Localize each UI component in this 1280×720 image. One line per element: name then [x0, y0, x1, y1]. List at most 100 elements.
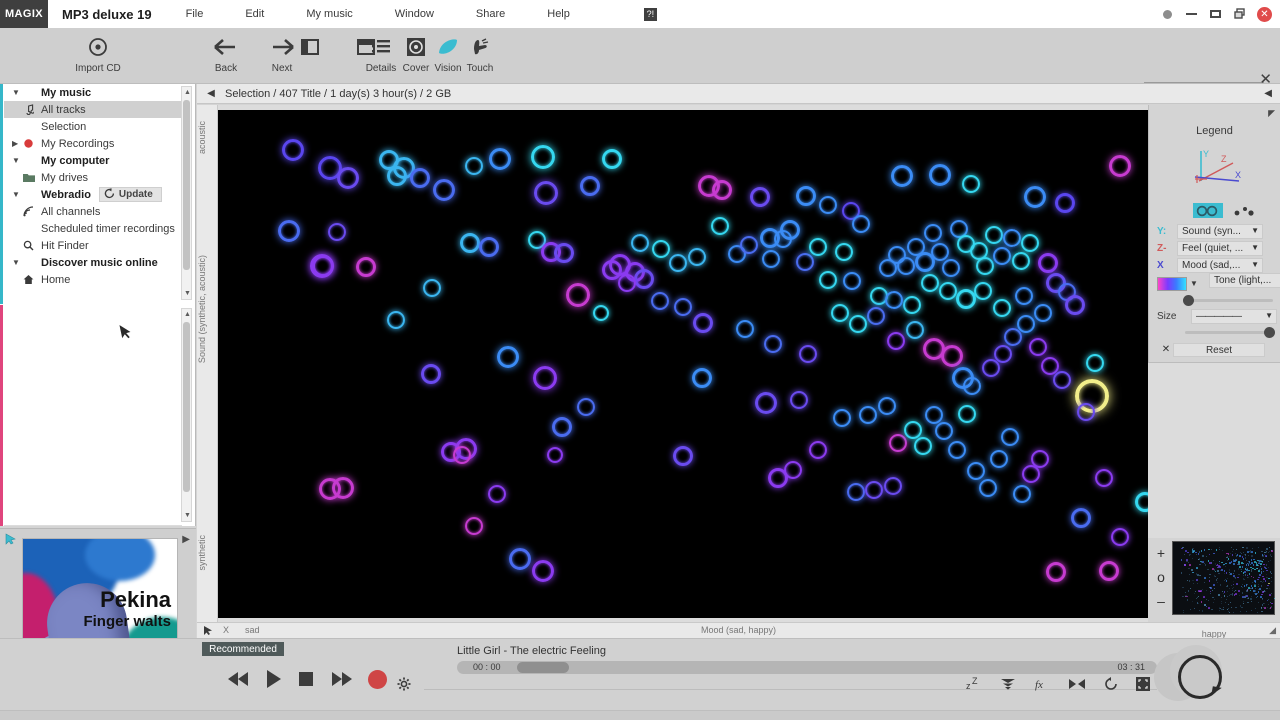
chevron-right-icon[interactable]: ▶ — [12, 139, 23, 148]
scatter-point[interactable] — [460, 233, 480, 253]
scatter-point[interactable] — [328, 223, 346, 241]
scatter-point[interactable] — [1021, 234, 1039, 252]
zoom-in-icon[interactable]: + — [1152, 541, 1170, 565]
scatter-point[interactable] — [674, 298, 692, 316]
scatter-point[interactable] — [780, 220, 800, 240]
scatter-point[interactable] — [423, 279, 441, 297]
rewind-icon[interactable] — [228, 671, 250, 687]
scatter-point[interactable] — [762, 250, 780, 268]
scatter-point[interactable] — [929, 164, 951, 186]
scatter-point[interactable] — [962, 175, 980, 193]
scatter-point[interactable] — [1095, 469, 1113, 487]
scatter-point[interactable] — [985, 226, 1003, 244]
scatter-point[interactable] — [740, 236, 758, 254]
scatter-point[interactable] — [489, 148, 511, 170]
scatter-point[interactable] — [534, 181, 558, 205]
playback-progress-bar[interactable]: 00 : 00 03 : 31 — [457, 661, 1157, 674]
menu-help[interactable]: Help — [547, 8, 570, 20]
scatter-point[interactable] — [387, 311, 405, 329]
scatter-point[interactable] — [577, 398, 595, 416]
scatter-point[interactable] — [652, 240, 670, 258]
scatter-point[interactable] — [867, 307, 885, 325]
chevron-down-icon[interactable]: ▼ — [12, 190, 23, 199]
sidebar-scrollbar-bottom[interactable]: ▲ ▼ — [181, 308, 192, 522]
scatter-point[interactable] — [897, 257, 915, 275]
sidebar-item-home[interactable]: Home — [4, 271, 182, 288]
scatter-point[interactable] — [282, 139, 304, 161]
scatter-point[interactable] — [1029, 338, 1047, 356]
scatter-point[interactable] — [580, 176, 600, 196]
scatter-point[interactable] — [809, 441, 827, 459]
scatter-point[interactable] — [809, 238, 827, 256]
scatter-point[interactable] — [885, 291, 903, 309]
scatter-point[interactable] — [1086, 354, 1104, 372]
scatter-point[interactable] — [1017, 315, 1035, 333]
reset-button[interactable]: Reset — [1173, 343, 1265, 357]
sidebar-item-scheduled-timer-recordings[interactable]: Scheduled timer recordings — [4, 220, 182, 237]
help-badge-icon[interactable]: ?! — [644, 8, 657, 21]
scatter-point[interactable] — [796, 186, 816, 206]
scatter-point[interactable] — [1071, 508, 1091, 528]
chevron-down-icon[interactable]: ▼ — [1251, 260, 1259, 269]
breadcrumb-collapse-icon[interactable]: ◀ — [1264, 88, 1272, 99]
scatter-point[interactable] — [421, 364, 441, 384]
color-gradient-swatch[interactable] — [1157, 277, 1187, 291]
scatter-point[interactable] — [651, 292, 669, 310]
scatter-point[interactable] — [692, 368, 712, 388]
menu-file[interactable]: File — [186, 8, 204, 20]
sidebar-item-my-recordings[interactable]: ▶ My Recordings — [4, 135, 182, 152]
scatter-point[interactable] — [931, 243, 949, 261]
scatter-point[interactable] — [1038, 253, 1058, 273]
vision-button[interactable]: Vision — [432, 32, 464, 74]
scatter-point[interactable] — [941, 345, 963, 367]
update-button[interactable]: Update — [99, 187, 162, 202]
scatter-point[interactable] — [963, 377, 981, 395]
legend-select-x[interactable]: Mood (sad,... ▼ — [1177, 258, 1263, 273]
chevron-left-icon[interactable]: ◀ — [197, 88, 225, 99]
sidebar-item-hit-finder[interactable]: Hit Finder — [4, 237, 182, 254]
scatter-point[interactable] — [796, 253, 814, 271]
sidebar-item-my-music[interactable]: ▼ My music — [4, 84, 182, 101]
scatter-point[interactable] — [924, 224, 942, 242]
scatter-point[interactable] — [1099, 561, 1119, 581]
scatter-point[interactable] — [1013, 485, 1031, 503]
scatter-point[interactable] — [1031, 450, 1049, 468]
scatter-point[interactable] — [921, 274, 939, 292]
scatter-point[interactable] — [673, 446, 693, 466]
scatter-point[interactable] — [1046, 562, 1066, 582]
preview-next-icon[interactable]: ▶ — [182, 534, 190, 545]
fullscreen-icon[interactable] — [1136, 677, 1150, 694]
scatter-point[interactable] — [693, 313, 713, 333]
scatter-point[interactable] — [967, 462, 985, 480]
size-slider-track[interactable] — [1185, 331, 1273, 334]
scatter-plot-canvas[interactable] — [218, 110, 1148, 618]
play-icon[interactable] — [266, 669, 282, 689]
scroll-down-icon[interactable]: ▼ — [182, 288, 193, 299]
scatter-point[interactable] — [847, 483, 865, 501]
scatter-point[interactable] — [819, 196, 837, 214]
scatter-point[interactable] — [974, 282, 992, 300]
scatter-point[interactable] — [332, 477, 354, 499]
scatter-point[interactable] — [618, 274, 636, 292]
scatter-point[interactable] — [750, 187, 770, 207]
scatter-point[interactable] — [843, 272, 861, 290]
scatter-point[interactable] — [764, 335, 782, 353]
scatter-point[interactable] — [547, 447, 563, 463]
search-input[interactable] — [1144, 68, 1264, 83]
scatter-point[interactable] — [903, 296, 921, 314]
scatter-point[interactable] — [865, 481, 883, 499]
settings-dot-icon[interactable] — [1161, 8, 1174, 21]
scatter-point[interactable] — [906, 321, 924, 339]
scatter-point[interactable] — [993, 247, 1011, 265]
chevron-down-icon[interactable]: ▼ — [1251, 226, 1259, 235]
scatter-point[interactable] — [497, 346, 519, 368]
scroll-down-icon[interactable]: ▼ — [182, 510, 193, 521]
scatter-point[interactable] — [1024, 186, 1046, 208]
scatter-point[interactable] — [755, 392, 777, 414]
scatter-point[interactable] — [1135, 492, 1148, 512]
scatter-point[interactable] — [790, 391, 808, 409]
scatter-point[interactable] — [310, 254, 334, 278]
gear-icon[interactable] — [397, 677, 411, 691]
scatter-point[interactable] — [994, 345, 1012, 363]
repeat-icon[interactable] — [1104, 677, 1118, 694]
